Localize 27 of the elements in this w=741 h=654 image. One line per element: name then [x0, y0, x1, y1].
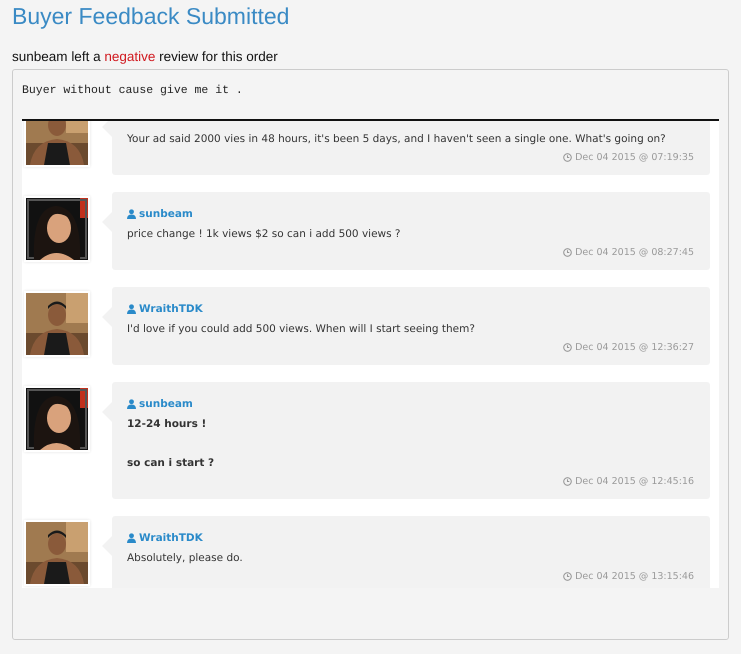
page-title: Buyer Feedback Submitted — [12, 2, 290, 30]
message-text: 12-24 hours ! — [127, 417, 208, 431]
clock-icon — [563, 343, 572, 352]
clock-icon — [563, 153, 572, 162]
timestamp: Dec 04 2015 @ 12:36:27 — [575, 341, 694, 354]
timestamp: Dec 04 2015 @ 13:15:46 — [575, 570, 694, 583]
message-text: I'd love if you could add 500 views. When will I start seeing them? — [127, 322, 476, 336]
author-link[interactable]: sunbeam — [139, 207, 193, 221]
clock-icon — [563, 477, 572, 486]
author-link[interactable]: sunbeam — [139, 397, 193, 411]
author-link[interactable]: WraithTDK — [139, 531, 203, 545]
message-text: price change ! 1k views $2 so can i add 500 views ? — [127, 227, 402, 241]
author-link[interactable]: WraithTDK — [139, 302, 203, 316]
message-text: Absolutely, please do. — [127, 551, 244, 565]
clock-icon — [563, 248, 572, 257]
user-icon — [127, 399, 136, 409]
timestamp: Dec 04 2015 @ 12:45:16 — [575, 475, 694, 488]
user-icon — [127, 209, 136, 219]
message-text: Your ad said 2000 vies in 48 hours, it's been 5 days, and I haven't seen a single one. What's going on? — [127, 132, 667, 146]
clock-icon — [563, 572, 572, 581]
feedback-summary: sunbeam left a negative review for this order — [12, 48, 279, 66]
user-icon — [127, 533, 136, 543]
comment-text: Buyer without cause give me it . — [22, 83, 244, 99]
timestamp: Dec 04 2015 @ 08:27:45 — [575, 246, 694, 259]
timestamp: Dec 04 2015 @ 07:19:35 — [575, 151, 694, 164]
message-text: so can i start ? — [127, 456, 216, 470]
user-icon — [127, 304, 136, 314]
